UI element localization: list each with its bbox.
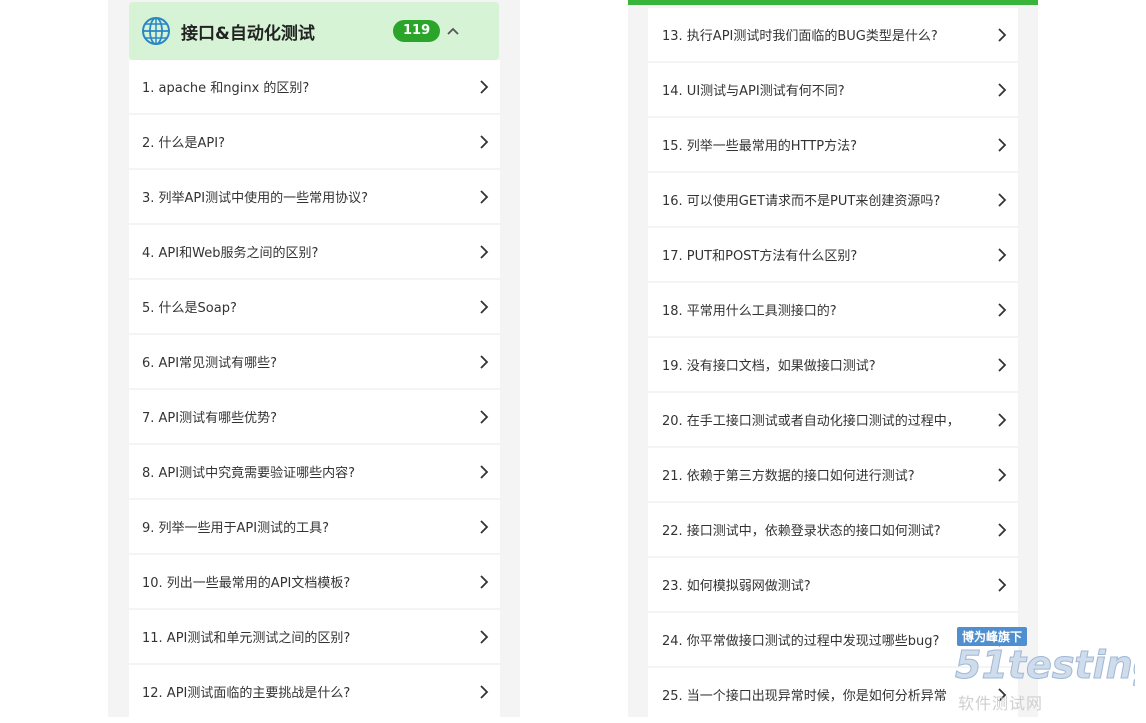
question-label: 9. 列举一些用于API测试的工具? — [142, 521, 330, 536]
chevron-right-icon — [480, 520, 489, 534]
globe-icon — [142, 17, 170, 45]
chevron-right-icon — [480, 355, 489, 369]
question-label: 23. 如何模拟弱网做测试? — [662, 579, 811, 594]
question-item[interactable]: 16. 可以使用GET请求而不是PUT来创建资源吗? — [648, 173, 1018, 226]
question-item[interactable]: 9. 列举一些用于API测试的工具? — [129, 500, 500, 553]
chevron-right-icon — [480, 135, 489, 149]
count-badge: 119 — [393, 20, 441, 42]
chevron-up-icon[interactable] — [445, 23, 461, 39]
question-label: 1. apache 和nginx 的区别? — [142, 81, 310, 96]
top-accent-bar — [628, 0, 1038, 5]
question-label: 4. API和Web服务之间的区别? — [142, 246, 319, 261]
question-item[interactable]: 13. 执行API测试时我们面临的BUG类型是什么? — [648, 8, 1018, 61]
question-item[interactable]: 4. API和Web服务之间的区别? — [129, 225, 500, 278]
chevron-right-icon — [998, 83, 1007, 97]
question-label: 21. 依赖于第三方数据的接口如何进行测试? — [662, 469, 915, 484]
chevron-right-icon — [480, 300, 489, 314]
question-item[interactable]: 20. 在手工接口测试或者自动化接口测试的过程中， — [648, 393, 1018, 446]
question-label: 8. API测试中究竟需要验证哪些内容? — [142, 466, 356, 481]
chevron-right-icon — [480, 630, 489, 644]
question-item[interactable]: 11. API测试和单元测试之间的区别? — [129, 610, 500, 663]
question-label: 15. 列举一些最常用的HTTP方法? — [662, 139, 857, 154]
question-label: 10. 列出一些最常用的API文档模板? — [142, 576, 351, 591]
question-item[interactable]: 1. apache 和nginx 的区别? — [129, 60, 500, 113]
chevron-right-icon — [998, 303, 1007, 317]
question-item[interactable]: 19. 没有接口文档，如果做接口测试? — [648, 338, 1018, 391]
question-item[interactable]: 7. API测试有哪些优势? — [129, 390, 500, 443]
question-item[interactable]: 3. 列举API测试中使用的一些常用协议? — [129, 170, 500, 223]
question-item[interactable]: 14. UI测试与API测试有何不同? — [648, 63, 1018, 116]
question-label: 20. 在手工接口测试或者自动化接口测试的过程中， — [662, 414, 960, 429]
question-label: 25. 当一个接口出现异常时候，你是如何分析异常 — [662, 689, 947, 704]
question-item[interactable]: 21. 依赖于第三方数据的接口如何进行测试? — [648, 448, 1018, 501]
chevron-right-icon — [480, 245, 489, 259]
question-label: 5. 什么是Soap? — [142, 301, 237, 316]
left-panel: 接口&自动化测试 119 1. apache 和nginx 的区别? 2. 什么是… — [108, 0, 520, 720]
chevron-right-icon — [480, 575, 489, 589]
question-label: 22. 接口测试中，依赖登录状态的接口如何测试? — [662, 524, 941, 539]
question-label: 14. UI测试与API测试有何不同? — [662, 84, 845, 99]
question-label: 6. API常见测试有哪些? — [142, 356, 278, 371]
chevron-right-icon — [480, 410, 489, 424]
question-list-left: 1. apache 和nginx 的区别? 2. 什么是API? 3. 列举API测… — [129, 60, 500, 720]
chevron-right-icon — [998, 523, 1007, 537]
question-label: 17. PUT和POST方法有什么区别? — [662, 249, 858, 264]
question-label: 16. 可以使用GET请求而不是PUT来创建资源吗? — [662, 194, 941, 209]
question-item[interactable]: 2. 什么是API? — [129, 115, 500, 168]
question-label: 18. 平常用什么工具测接口的? — [662, 304, 837, 319]
question-item[interactable]: 10. 列出一些最常用的API文档模板? — [129, 555, 500, 608]
category-title: 接口&自动化测试 — [181, 23, 315, 44]
chevron-right-icon — [998, 193, 1007, 207]
chevron-right-icon — [480, 80, 489, 94]
question-label: 7. API测试有哪些优势? — [142, 411, 278, 426]
chevron-right-icon — [998, 138, 1007, 152]
chevron-right-icon — [480, 190, 489, 204]
question-label: 19. 没有接口文档，如果做接口测试? — [662, 359, 876, 374]
question-item[interactable]: 18. 平常用什么工具测接口的? — [648, 283, 1018, 336]
chevron-right-icon — [480, 685, 489, 699]
chevron-right-icon — [998, 28, 1007, 42]
question-label: 3. 列举API测试中使用的一些常用协议? — [142, 191, 369, 206]
watermark-logo-text: 51testing — [955, 643, 1135, 687]
question-item[interactable]: 6. API常见测试有哪些? — [129, 335, 500, 388]
question-item[interactable]: 8. API测试中究竟需要验证哪些内容? — [129, 445, 500, 498]
question-list-right: 13. 执行API测试时我们面临的BUG类型是什么? 14. UI测试与API测试… — [648, 8, 1018, 723]
chevron-right-icon — [998, 248, 1007, 262]
right-panel: 13. 执行API测试时我们面临的BUG类型是什么? 14. UI测试与API测试… — [628, 0, 1038, 721]
chevron-right-icon — [998, 468, 1007, 482]
chevron-right-icon — [480, 465, 489, 479]
chevron-right-icon — [998, 578, 1007, 592]
question-label: 24. 你平常做接口测试的过程中发现过哪些bug? — [662, 634, 940, 649]
question-item[interactable]: 22. 接口测试中，依赖登录状态的接口如何测试? — [648, 503, 1018, 556]
question-item[interactable]: 23. 如何模拟弱网做测试? — [648, 558, 1018, 611]
question-label: 2. 什么是API? — [142, 136, 226, 151]
watermark-logo: 51testing — [955, 643, 1135, 688]
question-item[interactable]: 17. PUT和POST方法有什么区别? — [648, 228, 1018, 281]
question-item[interactable]: 12. API测试面临的主要挑战是什么? — [129, 665, 500, 718]
question-item[interactable]: 15. 列举一些最常用的HTTP方法? — [648, 118, 1018, 171]
question-label: 11. API测试和单元测试之间的区别? — [142, 631, 351, 646]
chevron-right-icon — [998, 358, 1007, 372]
chevron-right-icon — [998, 413, 1007, 427]
question-item[interactable]: 5. 什么是Soap? — [129, 280, 500, 333]
category-header[interactable]: 接口&自动化测试 119 — [129, 2, 499, 60]
question-label: 13. 执行API测试时我们面临的BUG类型是什么? — [662, 29, 938, 44]
watermark-sub: 软件测试网 — [958, 694, 1044, 713]
question-label: 12. API测试面临的主要挑战是什么? — [142, 686, 351, 701]
